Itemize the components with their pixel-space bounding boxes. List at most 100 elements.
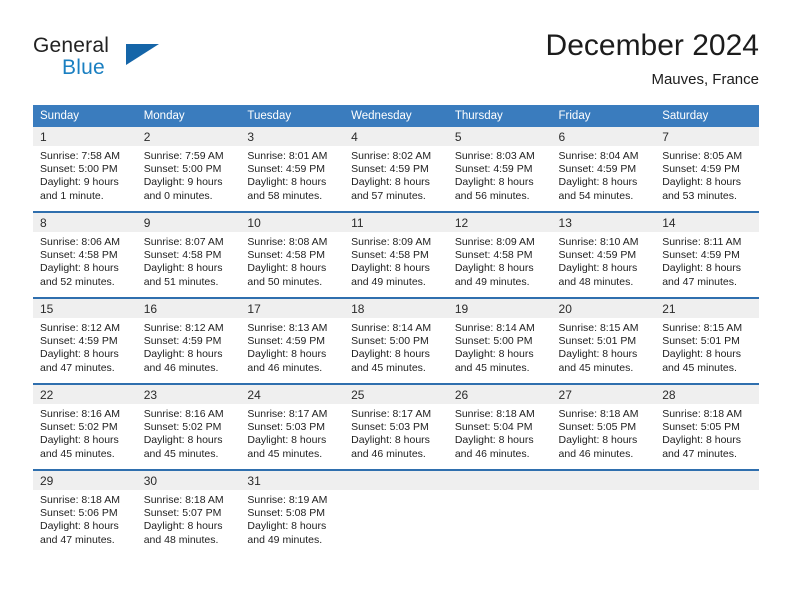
daylight-text-line2: and 45 minutes. [143,447,219,460]
daylight-text-line2: and 45 minutes. [662,361,737,374]
sunset-text: Sunset: 5:02 PM [143,421,222,434]
calendar-day-cell[interactable]: 17 Sunrise: 8:13 AM Sunset: 4:59 PM Dayligh… [240,297,345,384]
daylight-text-line1: Daylight: 8 hours [40,434,119,447]
calendar-day-cell[interactable]: 18 Sunrise: 8:14 AM Sunset: 5:00 PM Dayligh… [344,297,448,384]
day-details: Sunrise: 8:09 AM Sunset: 4:58 PM Daylight:… [448,232,552,289]
calendar-day-cell[interactable]: 31 Sunrise: 8:19 AM Sunset: 5:08 PM Dayligh… [240,469,345,555]
calendar-day-cell[interactable]: 13 Sunrise: 8:10 AM Sunset: 4:59 PM Dayligh… [551,211,656,298]
calendar-day-cell[interactable]: 2 Sunrise: 7:59 AM Sunset: 5:00 PM Daylight… [136,127,241,212]
daylight-text-line1: Daylight: 8 hours [351,434,430,447]
calendar-day-cell[interactable]: 11 Sunrise: 8:09 AM Sunset: 4:58 PM Dayligh… [344,211,448,298]
calendar-day-cell[interactable]: 26 Sunrise: 8:18 AM Sunset: 5:04 PM Dayligh… [447,383,552,470]
calendar-day-cell[interactable]: 21 Sunrise: 8:15 AM Sunset: 5:01 PM Dayligh… [655,297,759,384]
calendar-day-cell[interactable]: 5 Sunrise: 8:03 AM Sunset: 4:59 PM Daylight… [447,127,552,212]
day-number: 14 [655,213,759,232]
day-number: 22 [33,385,137,404]
calendar-day-cell[interactable]: 4 Sunrise: 8:02 AM Sunset: 4:59 PM Daylight… [344,127,448,212]
calendar-week-row: 1 Sunrise: 7:58 AM Sunset: 5:00 PM Daylight… [33,127,759,212]
day-number: 13 [551,213,656,232]
sunset-text: Sunset: 4:58 PM [40,249,118,262]
day-details: Sunrise: 8:18 AM Sunset: 5:06 PM Daylight:… [33,490,137,547]
daylight-text-line2: and 47 minutes. [40,361,115,374]
calendar-table: Sunday Monday Tuesday Wednesday Thursday… [33,105,759,555]
daylight-text-line1: Daylight: 8 hours [143,434,223,447]
page-header: General Blue December 2024 Mauves, Franc… [33,28,759,98]
calendar-day-cell[interactable]: 6 Sunrise: 8:04 AM Sunset: 4:59 PM Daylight… [551,127,656,212]
daylight-text-line2: and 47 minutes. [40,533,115,546]
calendar-day-cell[interactable]: 29 Sunrise: 8:18 AM Sunset: 5:06 PM Dayligh… [33,469,137,555]
daylight-text-line1: Daylight: 8 hours [454,348,534,361]
calendar-day-cell[interactable]: 10 Sunrise: 8:08 AM Sunset: 4:58 PM Dayligh… [240,211,345,298]
sunset-text: Sunset: 5:00 PM [143,163,222,176]
calendar-day-cell[interactable]: 20 Sunrise: 8:15 AM Sunset: 5:01 PM Dayligh… [551,297,656,384]
day-details: Sunrise: 8:07 AM Sunset: 4:58 PM Daylight:… [137,232,241,289]
calendar-day-cell[interactable]: 25 Sunrise: 8:17 AM Sunset: 5:03 PM Dayligh… [344,383,448,470]
calendar-day-cell[interactable]: 22 Sunrise: 8:16 AM Sunset: 5:02 PM Dayligh… [33,383,137,470]
calendar-day-cell[interactable]: 23 Sunrise: 8:16 AM Sunset: 5:02 PM Dayligh… [136,383,241,470]
day-details: Sunrise: 8:14 AM Sunset: 5:00 PM Daylight:… [344,318,448,375]
title-block: December 2024 Mauves, France [546,28,759,90]
calendar-day-cell-empty [655,469,759,555]
day-details: Sunrise: 8:15 AM Sunset: 5:01 PM Daylight:… [552,318,656,375]
daylight-text-line2: and 47 minutes. [662,275,737,288]
daylight-text-line1: Daylight: 8 hours [247,176,327,189]
calendar-day-cell[interactable]: 1 Sunrise: 7:58 AM Sunset: 5:00 PM Daylight… [33,127,137,212]
calendar-day-cell[interactable]: 15 Sunrise: 8:12 AM Sunset: 4:59 PM Dayligh… [33,297,137,384]
calendar-day-cell[interactable]: 27 Sunrise: 8:18 AM Sunset: 5:05 PM Dayligh… [551,383,656,470]
day-details: Sunrise: 8:13 AM Sunset: 4:59 PM Daylight:… [240,318,344,375]
daylight-text-line1: Daylight: 8 hours [558,176,638,189]
calendar-day-cell[interactable]: 30 Sunrise: 8:18 AM Sunset: 5:07 PM Dayligh… [136,469,241,555]
calendar-week-row: 22 Sunrise: 8:16 AM Sunset: 5:02 PM Dayligh… [33,383,759,470]
sunset-text: Sunset: 5:00 PM [351,335,429,348]
sunset-text: Sunset: 4:59 PM [40,335,118,348]
calendar-day-cell[interactable]: 12 Sunrise: 8:09 AM Sunset: 4:58 PM Dayligh… [447,211,552,298]
day-details: Sunrise: 8:01 AM Sunset: 4:59 PM Daylight:… [240,146,344,203]
day-number: 24 [240,385,345,404]
calendar-day-cell[interactable]: 28 Sunrise: 8:18 AM Sunset: 5:05 PM Dayligh… [655,383,759,470]
sunset-text: Sunset: 5:06 PM [40,507,118,520]
daylight-text-line1: Daylight: 8 hours [40,520,119,533]
daylight-text-line1: Daylight: 8 hours [454,434,534,447]
sunrise-text: Sunrise: 8:09 AM [351,236,432,248]
sunrise-text: Sunrise: 8:18 AM [662,408,743,420]
sunrise-text: Sunrise: 8:18 AM [558,408,639,420]
day-details: Sunrise: 8:10 AM Sunset: 4:59 PM Daylight:… [552,232,656,289]
day-number: 25 [344,385,448,404]
day-number: 18 [344,299,448,318]
calendar-day-cell[interactable]: 24 Sunrise: 8:17 AM Sunset: 5:03 PM Dayligh… [240,383,345,470]
calendar-day-cell[interactable]: 3 Sunrise: 8:01 AM Sunset: 4:59 PM Daylight… [240,127,345,212]
day-number [655,471,759,490]
daylight-text-line1: Daylight: 8 hours [662,262,742,275]
sunset-text: Sunset: 4:58 PM [143,249,222,262]
daylight-text-line2: and 51 minutes. [143,275,219,288]
calendar-week-row: 8 Sunrise: 8:06 AM Sunset: 4:58 PM Daylight… [33,211,759,298]
page-title: December 2024 [545,29,759,62]
calendar-day-cell[interactable]: 7 Sunrise: 8:05 AM Sunset: 4:59 PM Daylight… [655,127,759,212]
brand-name-blue: Blue [62,56,105,79]
daylight-text-line2: and 0 minutes. [143,189,213,202]
calendar-day-cell[interactable]: 8 Sunrise: 8:06 AM Sunset: 4:58 PM Daylight… [33,211,137,298]
calendar-day-cell[interactable]: 19 Sunrise: 8:14 AM Sunset: 5:00 PM Dayligh… [447,297,552,384]
calendar-day-cell[interactable]: 16 Sunrise: 8:12 AM Sunset: 4:59 PM Dayligh… [136,297,241,384]
weekday-header-monday: Monday [136,105,241,127]
sunrise-text: Sunrise: 8:15 AM [662,322,743,334]
calendar-day-cell[interactable]: 9 Sunrise: 8:07 AM Sunset: 4:58 PM Daylight… [136,211,241,298]
daylight-text-line2: and 50 minutes. [247,275,323,288]
day-number: 1 [33,127,137,146]
day-number: 8 [33,213,137,232]
daylight-text-line1: Daylight: 8 hours [351,176,430,189]
calendar-header-row: Sunday Monday Tuesday Wednesday Thursday… [33,105,759,127]
sunrise-text: Sunrise: 8:01 AM [247,150,328,162]
weekday-header-sunday: Sunday [33,105,137,127]
sunrise-text: Sunrise: 8:03 AM [454,150,535,162]
calendar-page: General Blue December 2024 Mauves, Franc… [0,0,792,612]
daylight-text-line2: and 58 minutes. [247,189,323,202]
daylight-text-line2: and 46 minutes. [454,447,530,460]
daylight-text-line1: Daylight: 8 hours [247,520,327,533]
daylight-text-line2: and 46 minutes. [351,447,426,460]
brand-logo: General Blue [33,34,163,90]
daylight-text-line2: and 45 minutes. [247,447,323,460]
brand-name-general: General [33,34,110,57]
sunrise-text: Sunrise: 8:18 AM [143,494,224,506]
calendar-day-cell[interactable]: 14 Sunrise: 8:11 AM Sunset: 4:59 PM Dayligh… [655,211,759,298]
